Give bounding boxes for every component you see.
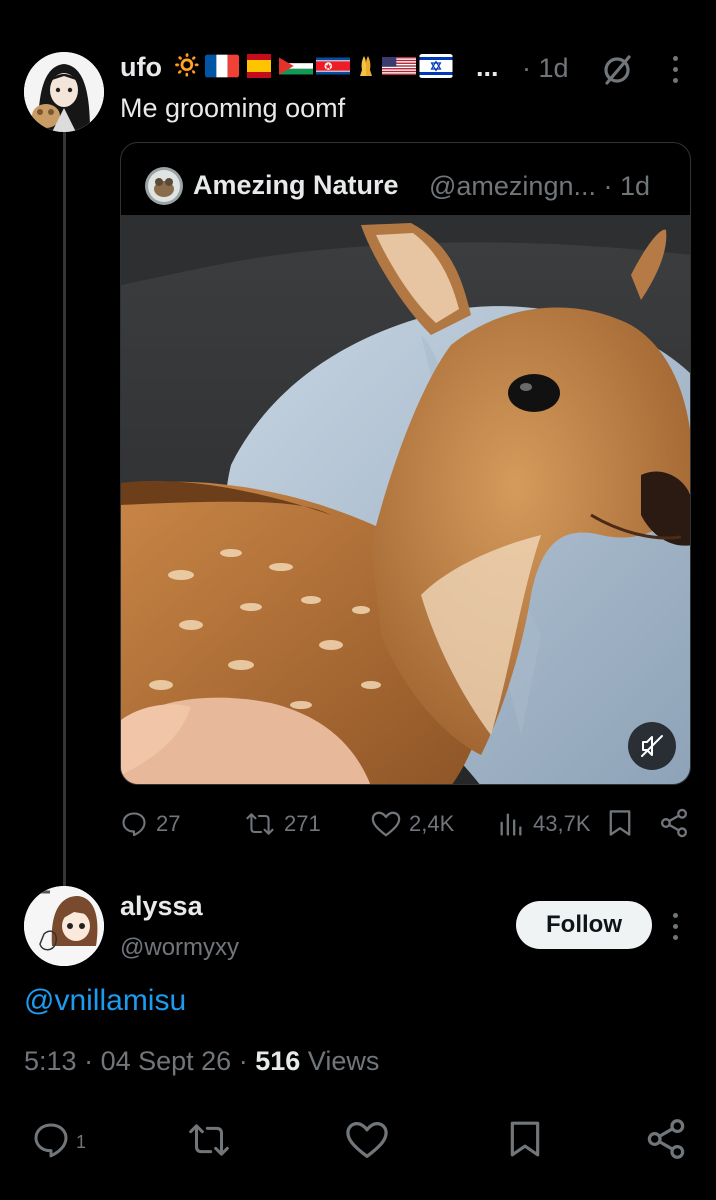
north-korea-flag-icon [315, 57, 350, 75]
follow-button[interactable]: Follow [516, 901, 652, 949]
grok-icon[interactable] [600, 53, 634, 92]
reply2-count: 1 [76, 1131, 87, 1152]
views-action[interactable]: 43,7K [497, 810, 591, 838]
palestine-flag-icon [278, 57, 313, 75]
repost-count: 271 [284, 811, 321, 836]
more-options-icon[interactable] [673, 56, 678, 83]
thread-connector-line [63, 128, 66, 886]
mute-toggle-button[interactable] [628, 722, 676, 770]
post-meta: 5:13 · 04 Sept 26 · 516 Views [24, 1046, 379, 1077]
mention-link[interactable]: @vnillamisu [24, 984, 186, 1018]
reply-author-name[interactable]: alyssa [120, 891, 203, 922]
post-text: Me grooming oomf [120, 93, 346, 123]
quoted-post-card[interactable]: Amezing Nature @amezingn... · 1d [120, 142, 691, 785]
heart-icon [371, 811, 401, 837]
usa-flag-icon [381, 57, 416, 75]
like-count: 2,4K [409, 811, 455, 836]
reply-action[interactable]: 27 [120, 810, 180, 838]
bookmark-icon[interactable] [606, 808, 634, 843]
repost-icon [246, 813, 274, 835]
views-count-bold: 516 [255, 1046, 301, 1076]
share-icon[interactable] [659, 808, 689, 843]
pray-emoji-icon [359, 56, 372, 76]
quoted-author-name[interactable]: Amezing Nature [193, 170, 399, 201]
reply-author-handle[interactable]: @wormyxy [120, 934, 239, 962]
reply-count: 27 [156, 811, 181, 836]
views-chart-icon [500, 813, 522, 836]
name-truncation: ... [476, 52, 499, 82]
repost2-icon[interactable] [185, 1120, 233, 1165]
reply2-action[interactable]: 1 [30, 1120, 86, 1160]
post-timestamp[interactable]: · 1d [522, 53, 569, 84]
meta-separator: · [238, 1046, 256, 1076]
quoted-handle-time: @amezingn... · 1d [429, 171, 651, 201]
reply-icon [34, 1123, 68, 1158]
author-avatar[interactable] [24, 52, 104, 132]
like-action[interactable]: 2,4K [371, 810, 454, 838]
name-emoji-flags: 🔅 [172, 54, 453, 78]
israel-flag-icon [419, 54, 453, 78]
share2-icon[interactable] [645, 1118, 687, 1165]
reply-icon [122, 812, 146, 837]
reply-author-avatar[interactable] [24, 886, 104, 966]
quoted-author-avatar[interactable] [145, 167, 183, 205]
reply-more-options-icon[interactable] [673, 913, 678, 940]
author-name[interactable]: ufo [120, 52, 162, 83]
france-flag-icon [204, 54, 239, 78]
bookmark2-icon[interactable] [506, 1118, 544, 1165]
heart2-icon[interactable] [345, 1120, 389, 1165]
views-label: Views [307, 1046, 380, 1076]
views-count: 43,7K [533, 811, 591, 836]
spain-flag-icon [246, 54, 271, 78]
post-time[interactable]: 5:13 [24, 1046, 77, 1076]
repost-action[interactable]: 271 [244, 810, 321, 838]
sun-emoji: 🔅 [172, 52, 202, 79]
meta-separator: · [84, 1046, 101, 1076]
quoted-video[interactable] [121, 215, 690, 784]
fawn-video-frame [121, 215, 690, 784]
speaker-muted-icon [641, 735, 663, 757]
post-date[interactable]: 04 Sept 26 [101, 1046, 232, 1076]
